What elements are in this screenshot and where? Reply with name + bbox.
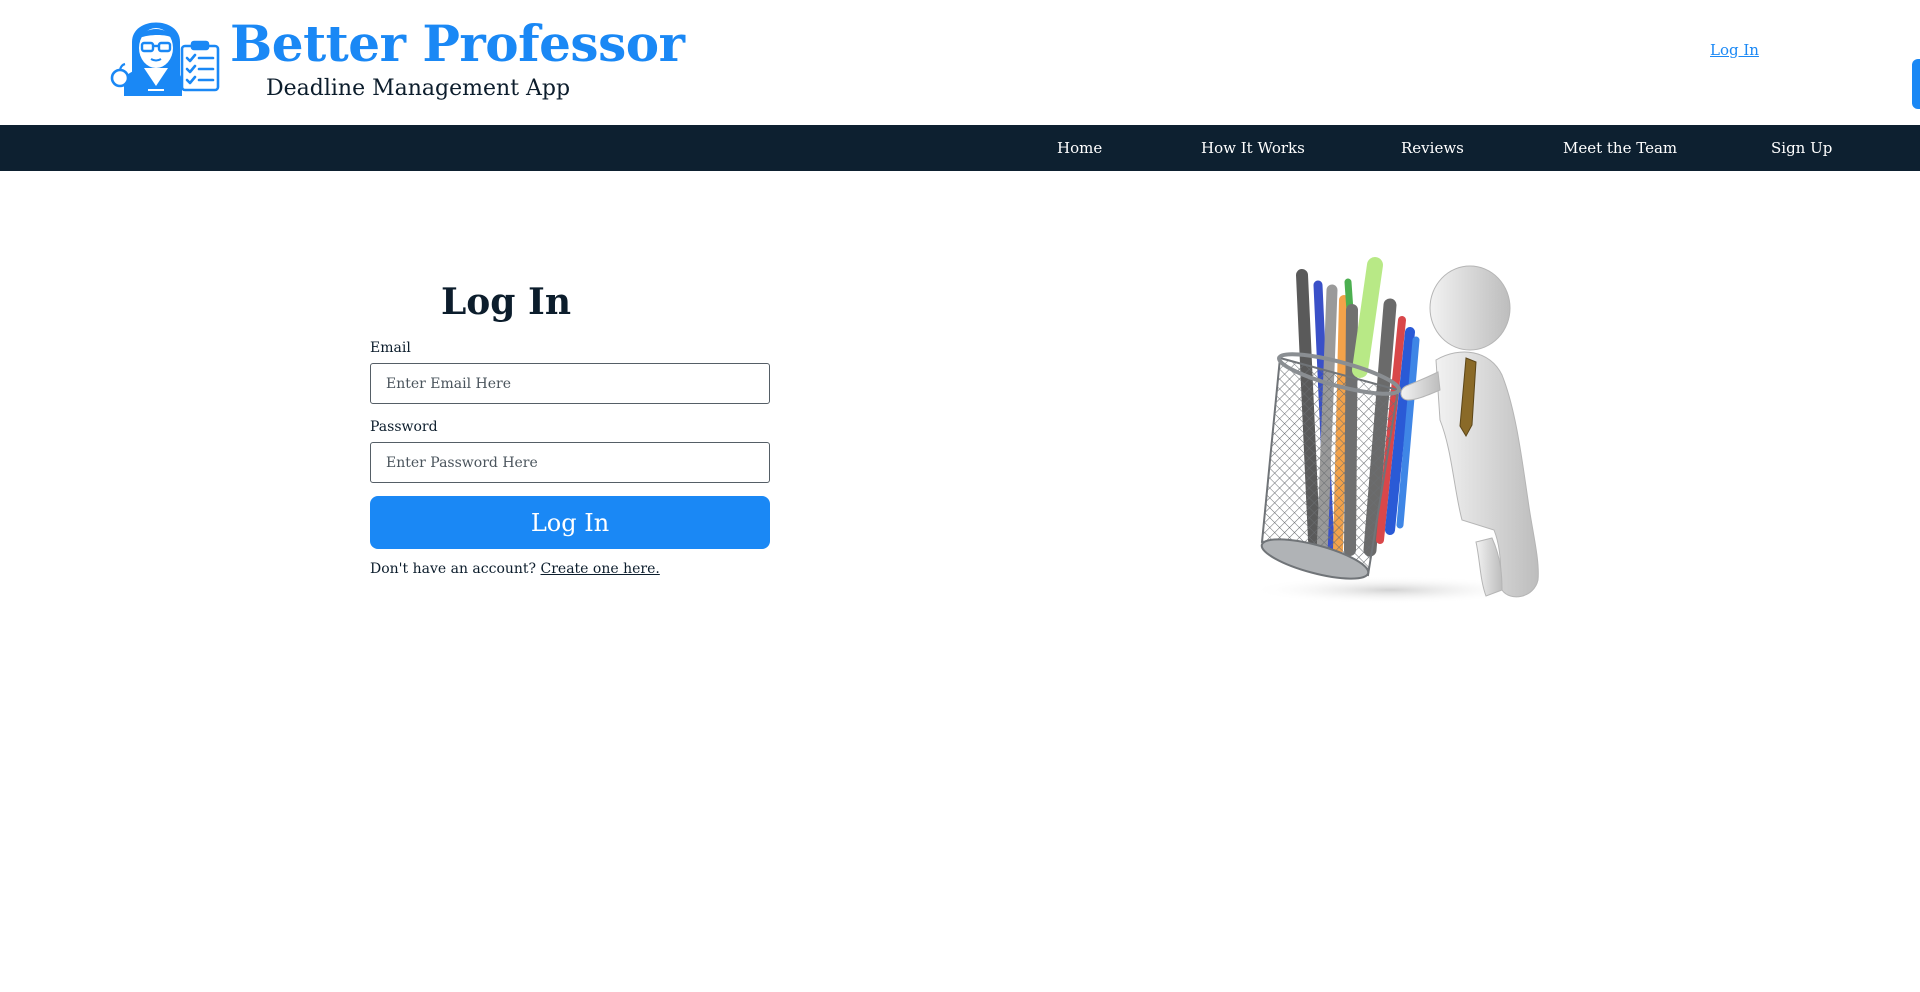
- header-login-link[interactable]: Log In: [1710, 41, 1759, 59]
- brand-text: Better Professor Deadline Management App: [230, 12, 685, 102]
- login-title: Log In: [440, 281, 572, 323]
- create-account-link[interactable]: Create one here.: [541, 561, 660, 577]
- email-field[interactable]: [370, 363, 770, 404]
- site-header: Better Professor Deadline Management App…: [0, 0, 1920, 125]
- nav-home[interactable]: Home: [1057, 125, 1102, 171]
- email-label: Email: [370, 340, 411, 356]
- brand-subtitle: Deadline Management App: [266, 76, 571, 101]
- nav-sign-up[interactable]: Sign Up: [1771, 125, 1832, 171]
- password-field[interactable]: [370, 442, 770, 483]
- signup-prompt: Don't have an account? Create one here.: [370, 561, 660, 577]
- brand-title: Better Professor: [230, 14, 685, 73]
- brand[interactable]: Better Professor Deadline Management App: [110, 12, 685, 101]
- main-nav: Home How It Works Reviews Meet the Team …: [0, 125, 1920, 171]
- nav-meet-the-team[interactable]: Meet the Team: [1563, 125, 1677, 171]
- figure-with-pencil-cup-icon: [1250, 257, 1539, 604]
- edge-tab[interactable]: [1912, 59, 1920, 109]
- signup-prompt-text: Don't have an account?: [370, 561, 537, 577]
- password-label: Password: [370, 419, 438, 435]
- nav-how-it-works[interactable]: How It Works: [1201, 125, 1305, 171]
- nav-reviews[interactable]: Reviews: [1401, 125, 1464, 171]
- login-button[interactable]: Log In: [370, 496, 770, 549]
- professor-logo-icon: [110, 22, 220, 96]
